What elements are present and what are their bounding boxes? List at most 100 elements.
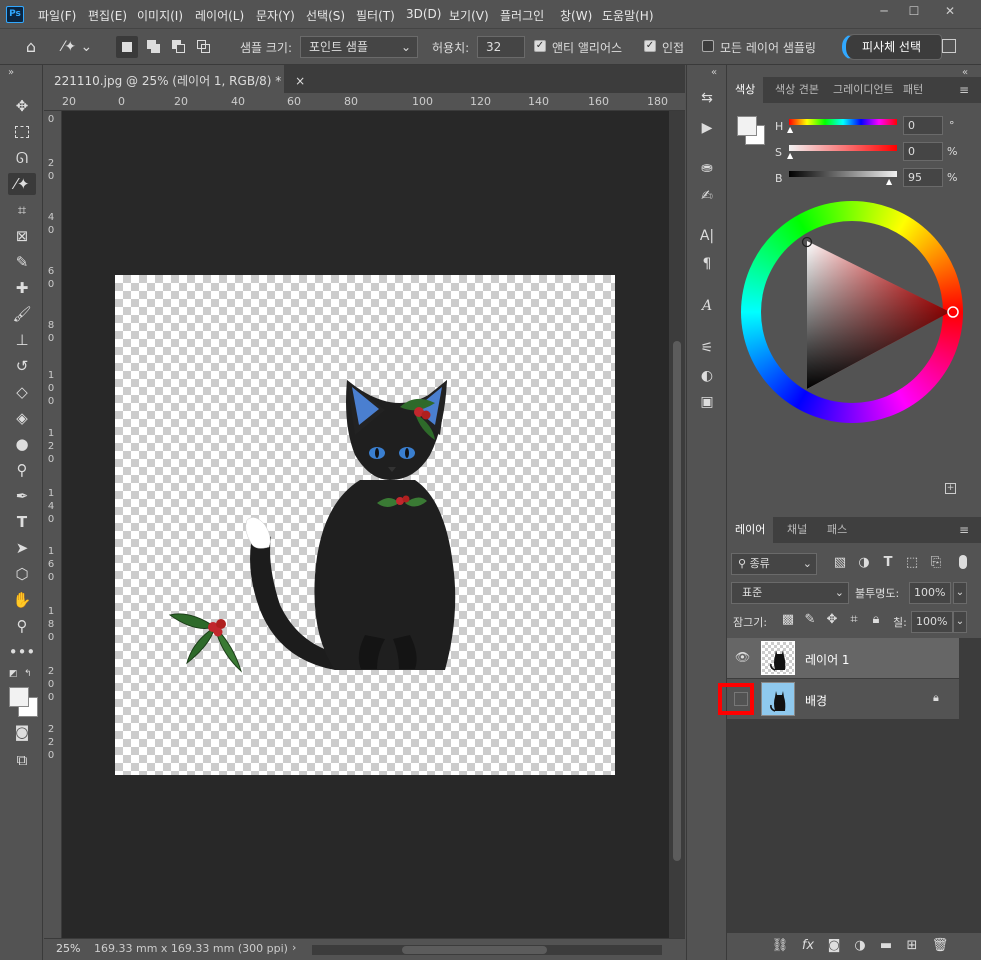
- layer-row[interactable]: 배경 🔒︎: [718, 679, 959, 719]
- brushes-panel-icon[interactable]: ✍: [693, 185, 721, 207]
- panel-menu-icon[interactable]: ≡: [959, 523, 969, 537]
- chevron-down-icon[interactable]: ⌄: [953, 611, 967, 633]
- horizontal-scrollbar[interactable]: [312, 945, 662, 955]
- history-brush-tool-icon[interactable]: ↺: [8, 355, 36, 377]
- foreground-color-swatch[interactable]: [737, 116, 757, 136]
- adjust-circle-icon[interactable]: ◐: [693, 365, 721, 387]
- status-menu-chevron-icon[interactable]: ›: [292, 941, 296, 954]
- close-tab-icon[interactable]: ×: [295, 74, 305, 88]
- tab-color[interactable]: 색상: [727, 77, 764, 103]
- lock-artboard-icon[interactable]: ⌗: [845, 612, 863, 627]
- shape-tool-icon[interactable]: ⬡: [8, 563, 36, 585]
- select-subject-button[interactable]: 피사체 선택: [842, 34, 942, 60]
- lock-transparent-icon[interactable]: ▩: [779, 612, 797, 627]
- paint-bucket-tool-icon[interactable]: ◈: [8, 407, 36, 429]
- libraries-panel-icon[interactable]: ▣: [693, 391, 721, 413]
- menu-filter[interactable]: 필터(T): [356, 7, 395, 24]
- sample-size-select[interactable]: 포인트 샘플 ⌄: [300, 36, 418, 58]
- new-group-icon[interactable]: ▬: [877, 938, 895, 953]
- zoom-tool-icon[interactable]: ⚲: [8, 615, 36, 637]
- default-colors-icon[interactable]: ◩: [9, 669, 19, 679]
- layer-name[interactable]: 레이어 1: [805, 651, 850, 668]
- home-icon[interactable]: ⌂: [18, 35, 44, 59]
- layer-row[interactable]: 👁︎ 레이어 1: [727, 638, 959, 678]
- menu-file[interactable]: 파일(F): [38, 7, 76, 24]
- glyphs-panel-icon[interactable]: A: [693, 295, 721, 317]
- close-window-button[interactable]: ✕: [936, 3, 964, 19]
- adjustments-panel-icon[interactable]: ⛂: [693, 157, 721, 179]
- document-canvas[interactable]: [115, 275, 615, 775]
- intersect-selection-icon[interactable]: [193, 36, 215, 58]
- adjustment-layer-icon[interactable]: ◑: [851, 938, 869, 953]
- filter-toggle[interactable]: [959, 555, 967, 569]
- zoom-level[interactable]: 25%: [56, 942, 80, 955]
- tab-patterns[interactable]: 패턴: [895, 77, 931, 103]
- slider-thumb-icon[interactable]: ▲: [787, 125, 793, 134]
- menu-type[interactable]: 문자(Y): [256, 7, 295, 24]
- layer-name[interactable]: 배경: [805, 692, 827, 709]
- clone-stamp-tool-icon[interactable]: ⊥: [8, 329, 36, 351]
- document-tab[interactable]: 221110.jpg @ 25% (레이어 1, RGB/8) * ×: [44, 65, 305, 93]
- saturation-input[interactable]: 0: [903, 142, 943, 161]
- tab-channels[interactable]: 채널: [779, 517, 815, 543]
- chevron-down-icon[interactable]: ⌄: [953, 582, 967, 604]
- smart-object-filter-icon[interactable]: ⎘: [927, 555, 945, 570]
- menu-help[interactable]: 도움말(H): [602, 7, 654, 24]
- lock-all-icon[interactable]: 🔒︎: [867, 612, 885, 627]
- lock-image-icon[interactable]: ✎: [801, 612, 819, 627]
- pen-tool-icon[interactable]: ✒: [8, 485, 36, 507]
- menu-layer[interactable]: 레이어(L): [195, 7, 244, 24]
- hue-slider[interactable]: [789, 119, 897, 125]
- shape-filter-icon[interactable]: ⬚: [903, 555, 921, 570]
- tab-swatches[interactable]: 색상 견본: [767, 77, 827, 103]
- paragraph-panel-icon[interactable]: ¶: [693, 253, 721, 275]
- more-tools-icon[interactable]: •••: [8, 641, 36, 663]
- tab-layers[interactable]: 레이어: [727, 517, 774, 543]
- trash-icon[interactable]: 🗑︎: [931, 938, 949, 953]
- fill-input[interactable]: 100%: [911, 611, 953, 633]
- brightness-slider[interactable]: [789, 171, 897, 177]
- type-filter-icon[interactable]: T: [879, 555, 897, 570]
- panel-menu-icon[interactable]: ≡: [959, 83, 969, 97]
- contiguous-checkbox[interactable]: ✓: [644, 40, 656, 52]
- tab-gradients[interactable]: 그레이디언트: [825, 77, 895, 103]
- actions-panel-icon[interactable]: ▶: [693, 117, 721, 139]
- type-tool-icon[interactable]: T: [8, 511, 36, 533]
- blend-mode-select[interactable]: 표준 ⌄: [731, 582, 849, 604]
- menu-edit[interactable]: 편집(E): [88, 7, 127, 24]
- swap-colors-icon[interactable]: ↰: [24, 669, 36, 679]
- opacity-input[interactable]: 100%: [909, 582, 951, 604]
- add-mask-icon[interactable]: ◙: [825, 938, 843, 953]
- eye-icon[interactable]: 👁︎: [735, 650, 750, 664]
- path-selection-tool-icon[interactable]: ➤: [8, 537, 36, 559]
- brightness-input[interactable]: 95: [903, 168, 943, 187]
- link-layers-icon[interactable]: ⛓: [771, 938, 789, 953]
- menu-plugins[interactable]: 플러그인: [500, 7, 544, 24]
- properties-panel-icon[interactable]: ⚟: [693, 337, 721, 359]
- character-panel-icon[interactable]: A|: [693, 225, 721, 247]
- saturation-slider[interactable]: [789, 145, 897, 151]
- slider-thumb-icon[interactable]: ▲: [787, 151, 793, 160]
- vertical-scrollbar[interactable]: [669, 111, 685, 938]
- brush-tool-icon[interactable]: 🖌: [8, 303, 36, 325]
- hue-input[interactable]: 0: [903, 116, 943, 135]
- maximize-button[interactable]: ☐: [900, 3, 928, 19]
- adjustment-filter-icon[interactable]: ◑: [855, 555, 873, 570]
- subtract-selection-icon[interactable]: [168, 36, 190, 58]
- new-selection-icon[interactable]: [116, 36, 138, 58]
- tab-paths[interactable]: 패스: [819, 517, 855, 543]
- menu-3d[interactable]: 3D(D): [406, 7, 441, 21]
- fx-icon[interactable]: fx: [799, 938, 817, 953]
- new-swatch-icon[interactable]: +: [945, 483, 956, 494]
- menu-image[interactable]: 이미지(I): [137, 7, 183, 24]
- sample-all-layers-checkbox[interactable]: [702, 40, 714, 52]
- antialias-checkbox[interactable]: ✓: [534, 40, 546, 52]
- history-panel-icon[interactable]: ⇆: [693, 87, 721, 109]
- move-tool-icon[interactable]: ✥: [8, 95, 36, 117]
- foreground-color-swatch[interactable]: [9, 687, 29, 707]
- select-mask-icon[interactable]: [942, 39, 956, 53]
- lasso-tool-icon[interactable]: ᘏ: [8, 147, 36, 169]
- magic-wand-preset-icon[interactable]: ⁄✦ ⌄: [62, 35, 102, 59]
- menu-select[interactable]: 선택(S): [306, 7, 345, 24]
- pixel-filter-icon[interactable]: ▧: [831, 555, 849, 570]
